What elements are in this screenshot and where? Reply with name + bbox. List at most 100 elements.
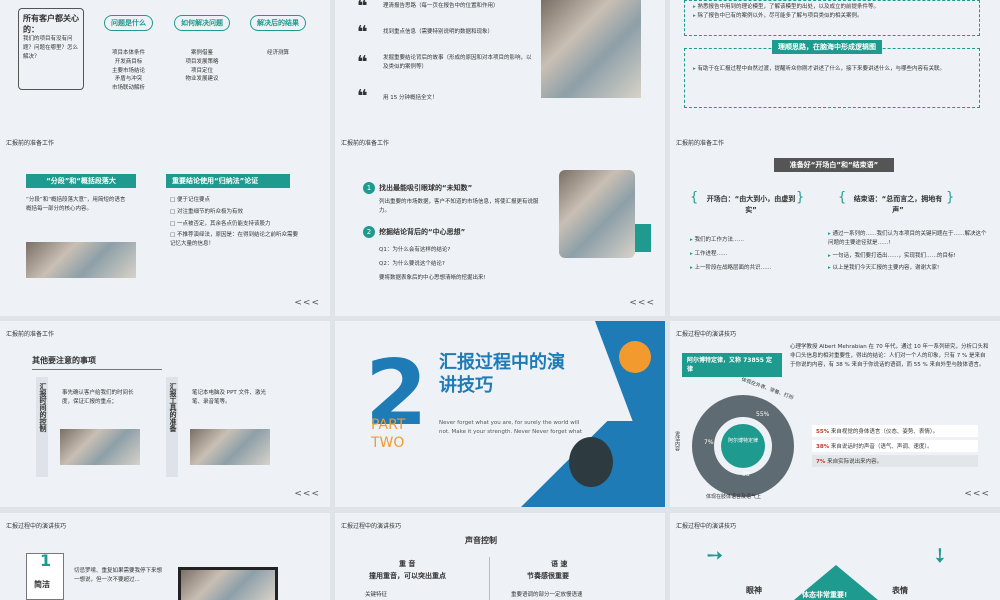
q2: Q2：为什么要说这个结论?: [379, 261, 445, 267]
induction-item: 便于记住要点: [170, 196, 300, 205]
slide-grid: 所有客户都关心的： 我们的项目有没有问题？问题在哪里？怎么解决？ 问题是什么 项…: [0, 0, 1000, 600]
col2-title: 如何解决问题: [174, 15, 230, 31]
brace-right-icon: }: [946, 190, 955, 205]
time-control-label: 汇报时间的控制: [36, 377, 48, 477]
speed-title: 语 速: [551, 560, 568, 568]
col3-item: 经济测算: [266, 50, 289, 56]
col2-item: 物业发展建议: [185, 76, 219, 83]
slide-thumbnail-9[interactable]: 汇报过程中的演讲技巧 阿尔博特定律，又称 73855 定律 心理学教授 Albe…: [670, 321, 1000, 507]
nav-arrows[interactable]: <<<: [294, 489, 320, 499]
ring-label-38: 38: [742, 471, 750, 478]
col2-item: 项目定位: [190, 67, 213, 74]
tag-segment: “分段”和“概括段落大: [26, 174, 136, 188]
woman-photo: [559, 170, 635, 258]
slide-thumbnail-8[interactable]: 2 PART TWO 汇报过程中的演讲技巧 Never forget what …: [335, 321, 665, 507]
step-1-title: 找出最能吸引眼球的“未知数”: [379, 184, 473, 192]
slide-thumbnail-12[interactable]: 汇报过程中的演讲技巧 ➘ ➘ 眼神 体态非常重要! 表情: [670, 513, 1000, 600]
customer-sub: 我们的项目有没有问题？问题在哪里？怎么解决？: [23, 36, 79, 60]
two-label: TWO: [371, 435, 405, 451]
speed-item: 重要语调的部分一定放慢语速: [511, 592, 583, 598]
prep-item-2: 找到重点信息（需要特别说明的数据和现象）: [383, 29, 494, 35]
ring-left-caption: 说话内容: [674, 431, 680, 451]
legend-list: 55% 来自视觉的身体语言（仪态、姿势、表情）。 38% 来自说话时的声音（语气…: [812, 425, 978, 467]
opening-list: 我们的工作方法…… 工作进程…… 上一阶段在战略层面的共识……: [690, 236, 810, 272]
nav-arrows[interactable]: <<<: [964, 489, 990, 499]
col3-title: 解决后的结果: [250, 15, 306, 31]
nav-arrows[interactable]: <<<: [629, 298, 655, 308]
bottom-item: 有助于在汇报过程中自然过渡，提醒听众你刚才讲述了什么，接下来要讲述什么，与哪些内…: [693, 65, 971, 74]
induction-item: 不推荐演绎法，原因是：在得到结论之前听众需要记忆大量的信息！: [170, 231, 300, 249]
step-2-title: 挖掘结论背后的“中心思想”: [379, 228, 466, 236]
stress-item: 关键特征: [365, 592, 388, 598]
prep-item-3: 发掘重要结论背后的故事（形成的原因和对本项目的影响，以及类似的案例等）: [383, 55, 532, 70]
slide-thumbnail-11[interactable]: 汇报过程中的演讲技巧 声音控制 重 音 撞用重音，可以突出重点 关键特征 语 速…: [335, 513, 665, 600]
ring-bottom-caption: 体现在肢体语言及语气上: [706, 494, 762, 500]
legend-pct: 7%: [816, 459, 826, 465]
slide-header: 汇报过程中的演讲技巧: [676, 331, 737, 338]
closing-title: 结束语：“总而言之，拥地有声”: [853, 195, 943, 214]
stress-subtitle: 撞用重音，可以突出重点: [369, 572, 446, 580]
ring-label-55: 55%: [756, 411, 770, 418]
top-item-1: 熟悉报告中用到的理论模型，了解该模型的出处，以及成立的前提条件等。: [693, 3, 971, 12]
quote-icon: ❝: [357, 0, 368, 17]
slide-header: 汇报前的准备工作: [341, 140, 390, 147]
col1-item: 主要市场结论: [111, 67, 145, 74]
meeting-photo: [541, 0, 641, 98]
slide-header: 汇报前的准备工作: [6, 140, 55, 147]
law-description: 心理学教授 Albert Mehrabian 在 70 年代，通过 10 年一系…: [790, 344, 989, 368]
prep-item-4: 用 15 分钟概括全文！: [383, 95, 438, 101]
prep-item-1: 理清报告思路（每一页在报告中的位置和作用）: [383, 3, 499, 9]
col1-title: 问题是什么: [104, 15, 153, 31]
customer-box: 所有客户都关心的： 我们的项目有没有问题？问题在哪里？怎么解决？: [18, 8, 84, 90]
step-1-badge: 1: [363, 182, 375, 194]
office-photo: [190, 429, 270, 465]
legend-pct: 55%: [816, 429, 830, 435]
voice-title: 声音控制: [465, 536, 497, 545]
col2-item: 项目发展策略: [185, 58, 219, 65]
column-divider: [489, 557, 490, 600]
arrow-down-right-icon: ➘: [699, 540, 729, 570]
slide-thumbnail-4[interactable]: 汇报前的准备工作 “分段”和“概括段落大 “分段”和“概括段落大意”，用简短的语…: [0, 130, 330, 316]
section-subtitle: Never forget what you are, for surely th…: [439, 420, 582, 435]
segment-text: “分段”和“概括段落大意”，用简短的语言概括每一部分的核心内容。: [26, 197, 126, 212]
opening-item: 我们的工作方法……: [690, 236, 810, 245]
tools-label: 汇报工具的准备: [166, 377, 178, 477]
slide-header: 汇报过程中的演讲技巧: [676, 523, 737, 530]
customer-question: 所有客户都关心的：: [23, 14, 79, 35]
col1-item: 矛盾与冲突: [114, 76, 143, 83]
slide-thumbnail-7[interactable]: 汇报前的准备工作 其他要注意的事项 汇报时间的控制 事先确认客户给我们的时间长度…: [0, 321, 330, 507]
law-badge: 阿尔博特定律，又称 73855 定律: [682, 353, 782, 377]
brace-left-icon: {: [838, 190, 847, 205]
slide-header: 汇报过程中的演讲技巧: [6, 523, 67, 530]
column-1: 问题是什么 项目本体条件 开发商目标 主要市场结论 矛盾与冲突 市场联动解析: [104, 10, 153, 93]
slide-thumbnail-5[interactable]: 汇报前的准备工作 1 找出最能吸引眼球的“未知数” 列出重要的市场数据，客户不知…: [335, 130, 665, 316]
concise-number: 1: [40, 551, 52, 570]
top-dashed-box: 熟悉报告中用到的理论模型，了解该模型的出处，以及成立的前提条件等。 除了报告中已…: [684, 0, 980, 36]
col1-item: 市场联动解析: [111, 85, 145, 92]
induction-item: 对注重细节的听众极为有效: [170, 208, 300, 217]
col1-item: 项目本体条件: [111, 50, 145, 56]
brace-right-icon: }: [796, 190, 805, 205]
closing-item: 以上是我们今天汇报的主要内容，谢谢大家!: [828, 264, 988, 273]
induction-item: 一点被否定，其余各点仍能支持该股力: [170, 220, 300, 229]
tools-text: 笔记本电脑及 PPT 文件、激光笔、录音笔等。: [192, 390, 266, 405]
presentation-photo: [178, 567, 278, 600]
step-2-desc: 要将数据表象后的中心思想清晰的挖掘出来!: [379, 275, 486, 281]
logic-banner: 理顺思路，在脑海中形成逻辑图: [772, 40, 882, 54]
meeting-photo: [60, 429, 140, 465]
team-photo: [26, 242, 136, 278]
opening-item: 上一阶段在战略层面的共识……: [690, 264, 810, 273]
q1: Q1：为什么会有这样的结论?: [379, 247, 451, 253]
nav-arrows[interactable]: <<<: [294, 298, 320, 308]
slide-header: 汇报过程中的演讲技巧: [341, 523, 402, 530]
notes-title: 其他要注意的事项: [32, 356, 96, 365]
slide-thumbnail-6[interactable]: 汇报前的准备工作 准备好“开场白”和“结束语” { 开场白：“由大到小，由虚到实…: [670, 130, 1000, 316]
slide-thumbnail-10[interactable]: 汇报过程中的演讲技巧 1 简洁 切忌罗嗦、重复如果需要我停下来想一想说，但一次不…: [0, 513, 330, 600]
slide-header: 汇报前的准备工作: [6, 331, 55, 338]
quote-icon: ❝: [357, 52, 368, 73]
slide-header: 汇报前的准备工作: [676, 140, 725, 147]
speed-subtitle: 节奏感很重要: [527, 572, 569, 580]
legend-text: 来自说话时的声音（语气、声调、速度）。: [830, 444, 933, 450]
column-2: 如何解决问题 案例借鉴 项目发展策略 项目定位 物业发展建议: [174, 10, 230, 84]
tag-induction: 重要结论使用“归纳法”论证: [166, 174, 290, 188]
